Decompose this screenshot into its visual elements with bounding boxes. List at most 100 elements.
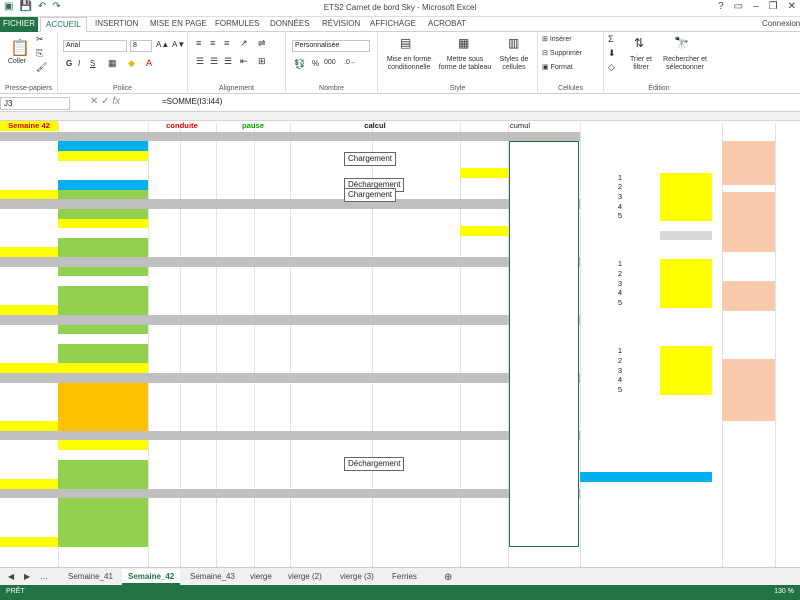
time-cell[interactable] bbox=[290, 247, 372, 257]
time-cell[interactable] bbox=[180, 141, 216, 151]
time-cell[interactable] bbox=[290, 363, 372, 373]
type-cell[interactable] bbox=[58, 343, 148, 354]
day-total[interactable] bbox=[460, 458, 508, 468]
paste-button[interactable]: Coller bbox=[4, 58, 30, 66]
conso-index[interactable]: 1 bbox=[580, 259, 660, 269]
time-cell[interactable] bbox=[372, 537, 460, 547]
jour-label[interactable] bbox=[0, 257, 58, 267]
increase-decimal-icon[interactable]: .0← bbox=[344, 59, 357, 66]
time-cell[interactable] bbox=[216, 469, 254, 479]
day-total[interactable] bbox=[460, 516, 508, 526]
time-cell[interactable] bbox=[372, 344, 460, 354]
time-cell[interactable] bbox=[254, 469, 290, 479]
type-cell[interactable] bbox=[58, 266, 148, 277]
type-cell[interactable] bbox=[58, 469, 148, 480]
gain-km-link[interactable] bbox=[580, 327, 660, 337]
time-cell[interactable] bbox=[254, 219, 290, 229]
conso-index[interactable]: 2 bbox=[580, 269, 660, 279]
font-size-select[interactable]: 8 bbox=[130, 40, 152, 52]
time-cell[interactable] bbox=[290, 267, 372, 277]
type-cell[interactable] bbox=[58, 363, 148, 374]
time-cell[interactable] bbox=[290, 412, 372, 422]
time-cell[interactable] bbox=[148, 228, 180, 238]
time-cell[interactable] bbox=[254, 450, 290, 460]
jour-label[interactable] bbox=[0, 489, 58, 499]
sort-filter-button[interactable]: Trier et filtrer bbox=[626, 56, 656, 72]
mission-index[interactable]: 4 bbox=[580, 375, 660, 385]
time-cell[interactable] bbox=[148, 460, 180, 470]
time-cell[interactable] bbox=[372, 402, 460, 412]
time-cell[interactable] bbox=[254, 141, 290, 151]
time-cell[interactable] bbox=[290, 440, 372, 450]
font-name-select[interactable]: Arial bbox=[63, 40, 127, 52]
time-cell[interactable] bbox=[290, 276, 372, 286]
time-cell[interactable] bbox=[290, 296, 372, 306]
format-button[interactable]: ▣ Format bbox=[542, 64, 573, 72]
time-cell[interactable] bbox=[216, 219, 254, 229]
time-cell[interactable] bbox=[216, 412, 254, 422]
km-value[interactable] bbox=[660, 134, 712, 144]
day-number[interactable] bbox=[0, 508, 58, 518]
time-cell[interactable] bbox=[180, 402, 216, 412]
time-cell[interactable] bbox=[180, 412, 216, 422]
consommation-label[interactable] bbox=[580, 250, 660, 260]
time-cell[interactable] bbox=[148, 267, 180, 277]
conso-index[interactable]: 5 bbox=[580, 298, 660, 308]
time-cell[interactable] bbox=[372, 267, 460, 277]
day-total[interactable] bbox=[460, 342, 508, 352]
header-cumul[interactable]: cumul bbox=[460, 121, 580, 131]
type-cell[interactable] bbox=[58, 170, 148, 181]
time-cell[interactable] bbox=[180, 228, 216, 238]
time-cell[interactable] bbox=[180, 296, 216, 306]
time-cell[interactable] bbox=[216, 209, 254, 219]
sheet-tab-vierge-2[interactable]: vierge (2) bbox=[282, 569, 328, 585]
time-cell[interactable] bbox=[290, 219, 372, 229]
cell-styles-icon[interactable]: ▥ bbox=[508, 36, 519, 50]
time-cell[interactable] bbox=[216, 537, 254, 547]
col-jour[interactable] bbox=[0, 132, 58, 142]
time-cell[interactable] bbox=[254, 276, 290, 286]
time-cell[interactable] bbox=[180, 247, 216, 257]
tab-formules[interactable]: FORMULES bbox=[215, 19, 259, 28]
time-cell[interactable] bbox=[290, 305, 372, 315]
camion-value[interactable] bbox=[580, 471, 712, 482]
type-cell[interactable] bbox=[58, 218, 148, 229]
ferry-frais[interactable] bbox=[722, 346, 775, 356]
time-cell[interactable] bbox=[216, 498, 254, 508]
header-pause[interactable]: pause bbox=[216, 121, 290, 131]
time-cell[interactable] bbox=[254, 151, 290, 161]
camion-label[interactable] bbox=[580, 462, 660, 472]
col-fin[interactable] bbox=[180, 132, 216, 142]
sheet-tab-semaine-43[interactable]: Semaine_43 bbox=[184, 569, 241, 585]
kilometrage-link[interactable] bbox=[580, 134, 660, 144]
jour-label[interactable] bbox=[0, 199, 58, 209]
comment-note[interactable]: Chargement bbox=[344, 152, 397, 166]
time-cell[interactable] bbox=[372, 527, 460, 537]
time-cell[interactable] bbox=[254, 412, 290, 422]
time-cell[interactable] bbox=[290, 286, 372, 296]
frais-header[interactable] bbox=[722, 134, 775, 144]
more-sheets-icon[interactable]: … bbox=[34, 569, 54, 585]
time-cell[interactable] bbox=[290, 209, 372, 219]
day-total[interactable] bbox=[460, 226, 508, 237]
time-cell[interactable] bbox=[254, 190, 290, 200]
time-cell[interactable] bbox=[290, 228, 372, 238]
peage-frais[interactable] bbox=[722, 255, 775, 265]
time-cell[interactable] bbox=[216, 450, 254, 460]
time-cell[interactable] bbox=[180, 276, 216, 286]
time-cell[interactable] bbox=[180, 180, 216, 190]
align-right-icon[interactable]: ☰ bbox=[224, 56, 232, 67]
frais-3[interactable] bbox=[722, 365, 775, 375]
col-temps-conduite[interactable] bbox=[372, 132, 460, 142]
time-cell[interactable] bbox=[290, 508, 372, 518]
day-number[interactable] bbox=[0, 392, 58, 402]
find-select-button[interactable]: Rechercher et sélectionner bbox=[658, 56, 712, 72]
type-cell[interactable] bbox=[58, 247, 148, 258]
time-cell[interactable] bbox=[148, 344, 180, 354]
time-cell[interactable] bbox=[180, 170, 216, 180]
col-temps-pause[interactable] bbox=[290, 132, 372, 142]
time-cell[interactable] bbox=[216, 440, 254, 450]
sort-filter-icon[interactable]: ⇅ bbox=[634, 36, 644, 50]
day-number[interactable] bbox=[0, 219, 58, 229]
time-cell[interactable] bbox=[148, 247, 180, 257]
